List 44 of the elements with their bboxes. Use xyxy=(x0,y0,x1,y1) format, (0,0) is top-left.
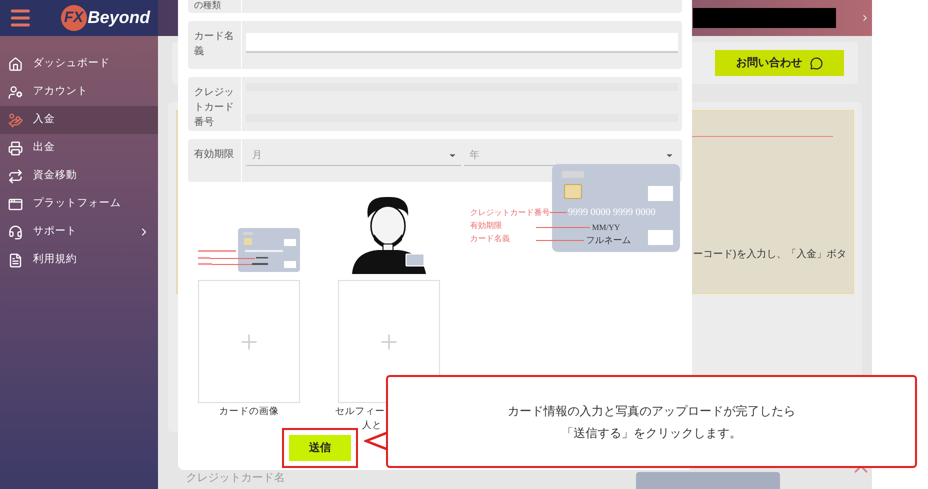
notice-text: ーコード)を入力し、「入金」ボタ xyxy=(693,248,848,262)
upload-caption: セルフィー xyxy=(335,405,385,419)
cash-machine-icon xyxy=(8,140,23,156)
field-label: カード名義 xyxy=(188,21,242,69)
logo: FX Beyond xyxy=(60,5,150,31)
hand-coin-icon xyxy=(8,112,23,128)
leader-line xyxy=(536,240,584,241)
upload-caption: 人と xyxy=(362,419,382,433)
leader-line xyxy=(550,212,567,213)
sidebar-item[interactable]: プラットフォーム xyxy=(0,190,158,218)
sidebar-item[interactable]: サポート xyxy=(0,218,158,246)
callout-text: カード情報の入力と写真のアップロードが完了したら xyxy=(508,402,796,420)
home-icon xyxy=(8,56,23,72)
leader-line xyxy=(536,227,590,228)
sidebar-item[interactable]: 資金移動 xyxy=(0,162,158,190)
annotation-label: カード名義 xyxy=(470,235,510,243)
field-label: の種類 xyxy=(188,0,242,13)
sidebar-item[interactable]: 利用規約 xyxy=(0,246,158,274)
field-label: クレジットカード名 xyxy=(186,470,285,486)
upload-box[interactable] xyxy=(198,280,300,403)
headset-icon xyxy=(8,224,23,240)
submit-button[interactable]: 送信 xyxy=(289,435,351,461)
chat-bubble-icon xyxy=(810,56,823,70)
dropdown-icon xyxy=(665,151,674,160)
sidebar-item[interactable]: アカウント xyxy=(0,78,158,106)
card-holder-name: フルネーム xyxy=(586,236,631,245)
contact-button[interactable]: お問い合わせ xyxy=(715,50,844,76)
card-expiry: MM/YY xyxy=(592,224,620,232)
sidebar-item[interactable]: 出金 xyxy=(0,134,158,162)
input-field[interactable] xyxy=(246,33,678,53)
window-icon xyxy=(8,196,23,212)
field-label: クレジットカード番号 xyxy=(188,77,242,131)
annotation-label: 有効期限 xyxy=(470,222,502,230)
upload-caption: カードの画像 xyxy=(219,405,279,419)
sidebar-item[interactable]: ダッシュボード xyxy=(0,50,158,78)
dropdown-icon xyxy=(448,151,456,160)
annotation-label: クレジットカード番号 xyxy=(470,209,550,217)
document-icon xyxy=(8,252,23,268)
swap-arrows-icon xyxy=(8,168,23,184)
callout-text: 「送信する」をクリックします。 xyxy=(562,424,742,442)
card-number: 9999 0000 9999 0000 xyxy=(568,208,656,218)
field-label: 有効期限 xyxy=(188,139,242,182)
user-gear-icon xyxy=(8,84,23,100)
sidebar-item[interactable]: 入金 xyxy=(0,106,158,134)
